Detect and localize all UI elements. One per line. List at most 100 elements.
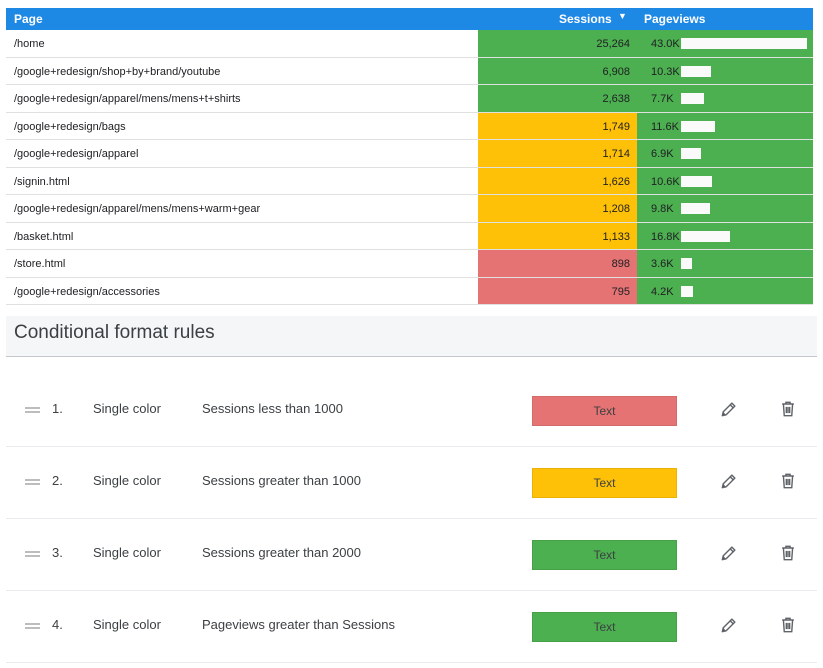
pageviews-cell: 9.8K bbox=[637, 195, 813, 222]
table-row[interactable]: /google+redesign/apparel/mens/mens+t+shi… bbox=[6, 85, 813, 113]
sessions-value: 6,908 bbox=[602, 65, 630, 78]
column-header-pageviews[interactable]: Pageviews bbox=[644, 12, 705, 26]
pageviews-cell: 11.6K bbox=[637, 112, 813, 139]
trash-icon[interactable] bbox=[778, 615, 798, 635]
pencil-icon[interactable] bbox=[719, 399, 739, 419]
rule-number: 4. bbox=[52, 617, 63, 632]
table-row[interactable]: /google+redesign/bags 1,749 11.6K bbox=[6, 112, 813, 140]
pageviews-cell: 6.9K bbox=[637, 140, 813, 167]
rule-number: 3. bbox=[52, 545, 63, 560]
table-row[interactable]: /signin.html 1,626 10.6K bbox=[6, 167, 813, 195]
sessions-value: 1,208 bbox=[602, 203, 630, 215]
pageviews-bar bbox=[681, 285, 693, 297]
table-header: Page Sessions ▼ Pageviews bbox=[6, 8, 813, 30]
rule-row[interactable]: 1. Single color Sessions less than 1000 Tex… bbox=[6, 374, 817, 447]
table-row[interactable]: /google+redesign/apparel/mens/mens+warm+… bbox=[6, 195, 813, 223]
sessions-cell: 1,626 bbox=[478, 167, 637, 194]
sessions-value: 795 bbox=[611, 285, 630, 298]
pageviews-cell: 3.6K bbox=[637, 250, 813, 277]
rule-number: 1. bbox=[52, 401, 63, 416]
sessions-cell: 1,714 bbox=[478, 140, 637, 167]
table-row[interactable]: /google+redesign/apparel 1,714 6.9K bbox=[6, 140, 813, 168]
rules-panel-header: Conditional format rules bbox=[6, 316, 817, 357]
sessions-cell: 25,264 bbox=[478, 30, 637, 57]
pencil-icon[interactable] bbox=[719, 471, 739, 491]
pageviews-value: 16.8K bbox=[651, 230, 680, 243]
drag-handle-icon[interactable] bbox=[25, 407, 40, 413]
sessions-value: 2,638 bbox=[602, 93, 630, 105]
rule-color-sample: Text bbox=[532, 468, 677, 498]
sessions-cell: 6,908 bbox=[478, 57, 637, 84]
rule-color-sample: Text bbox=[532, 396, 677, 426]
pageviews-cell: 10.6K bbox=[637, 167, 813, 194]
pageviews-bar bbox=[681, 93, 704, 104]
trash-icon[interactable] bbox=[778, 471, 798, 491]
drag-handle-icon[interactable] bbox=[25, 551, 40, 557]
pencil-icon[interactable] bbox=[719, 543, 739, 563]
table-body: /home 25,264 43.0K/google+redesign/shop+by… bbox=[6, 30, 813, 305]
pageviews-value: 3.6K bbox=[651, 258, 674, 270]
table-row[interactable]: /basket.html 1,133 16.8K bbox=[6, 222, 813, 250]
rule-type: Single color bbox=[93, 401, 161, 416]
rule-row[interactable]: 3. Single color Sessions greater than 2000… bbox=[6, 518, 817, 591]
pencil-icon[interactable] bbox=[719, 615, 739, 635]
rule-condition: Sessions greater than 2000 bbox=[202, 545, 361, 560]
sessions-cell: 2,638 bbox=[478, 85, 637, 112]
sessions-value: 1,714 bbox=[602, 148, 630, 160]
sessions-value: 25,264 bbox=[596, 38, 630, 50]
sessions-value: 1,626 bbox=[602, 175, 630, 188]
data-table: Page Sessions ▼ Pageviews /home 25,264 43.… bbox=[6, 8, 813, 305]
sessions-cell: 1,208 bbox=[478, 195, 637, 222]
pageviews-cell: 16.8K bbox=[637, 222, 813, 249]
pageviews-value: 11.6K bbox=[651, 120, 679, 133]
rule-condition: Sessions greater than 1000 bbox=[202, 473, 361, 488]
page-cell: /google+redesign/apparel/mens/mens+t+shi… bbox=[14, 93, 241, 105]
page-cell: /signin.html bbox=[14, 175, 70, 188]
sessions-value: 1,749 bbox=[602, 120, 630, 133]
table-row[interactable]: /google+redesign/shop+by+brand/youtube 6,… bbox=[6, 57, 813, 85]
table-row[interactable]: /google+redesign/accessories 795 4.2K bbox=[6, 277, 813, 305]
sessions-value: 898 bbox=[611, 258, 630, 270]
rule-color-sample: Text bbox=[532, 612, 677, 642]
rule-color-sample: Text bbox=[532, 540, 677, 570]
pageviews-bar bbox=[681, 175, 712, 187]
sessions-cell: 795 bbox=[478, 277, 637, 304]
pageviews-cell: 43.0K bbox=[637, 30, 813, 57]
pageviews-bar bbox=[681, 230, 730, 242]
pageviews-value: 10.6K bbox=[651, 175, 680, 188]
pageviews-cell: 4.2K bbox=[637, 277, 813, 304]
rule-type: Single color bbox=[93, 617, 161, 632]
trash-icon[interactable] bbox=[778, 399, 798, 419]
rules-panel-title: Conditional format rules bbox=[14, 322, 215, 343]
table-row[interactable]: /home 25,264 43.0K bbox=[6, 30, 813, 58]
pageviews-value: 9.8K bbox=[651, 203, 674, 215]
rule-row[interactable]: 4. Single color Pageviews greater than Ses… bbox=[6, 590, 817, 663]
pageviews-bar bbox=[681, 120, 715, 132]
page-cell: /store.html bbox=[14, 258, 66, 270]
page-cell: /google+redesign/apparel/mens/mens+warm+… bbox=[14, 203, 261, 215]
drag-handle-icon[interactable] bbox=[25, 479, 40, 485]
rule-type: Single color bbox=[93, 473, 161, 488]
table-row[interactable]: /store.html 898 3.6K bbox=[6, 250, 813, 278]
page-cell: /google+redesign/apparel bbox=[14, 148, 139, 160]
rule-row[interactable]: 2. Single color Sessions greater than 1000… bbox=[6, 446, 817, 519]
column-header-page[interactable]: Page bbox=[14, 12, 43, 26]
pageviews-bar bbox=[681, 38, 807, 49]
sort-desc-icon[interactable]: ▼ bbox=[618, 11, 627, 21]
sessions-cell: 1,133 bbox=[478, 222, 637, 249]
page-cell: /google+redesign/shop+by+brand/youtube bbox=[14, 65, 221, 78]
rule-condition: Pageviews greater than Sessions bbox=[202, 617, 395, 632]
page-cell: /google+redesign/bags bbox=[14, 120, 126, 133]
rule-type: Single color bbox=[93, 545, 161, 560]
trash-icon[interactable] bbox=[778, 543, 798, 563]
pageviews-bar bbox=[681, 203, 710, 214]
pageviews-value: 4.2K bbox=[651, 285, 674, 298]
drag-handle-icon[interactable] bbox=[25, 623, 40, 629]
pageviews-cell: 7.7K bbox=[637, 85, 813, 112]
sessions-cell: 1,749 bbox=[478, 112, 637, 139]
sessions-cell: 898 bbox=[478, 250, 637, 277]
page-cell: /google+redesign/accessories bbox=[14, 285, 160, 298]
pageviews-cell: 10.3K bbox=[637, 57, 813, 84]
column-header-sessions[interactable]: Sessions bbox=[559, 12, 612, 26]
page-cell: /basket.html bbox=[14, 230, 74, 243]
